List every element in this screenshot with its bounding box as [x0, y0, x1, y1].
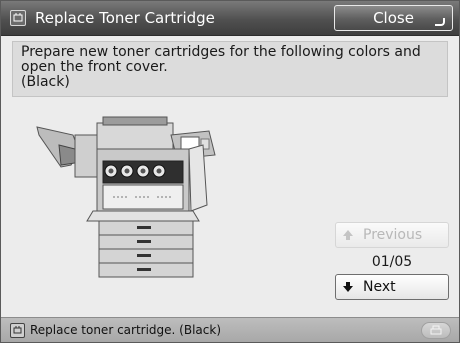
toner-icon	[10, 10, 26, 26]
printer-illustration	[36, 116, 216, 278]
return-icon	[435, 18, 445, 26]
message-line-3: (Black)	[21, 74, 70, 90]
status-bar: Replace toner cartridge. (Black)	[1, 317, 459, 342]
dialog-window: Replace Toner Cartridge Close Prepare ne…	[0, 0, 460, 343]
previous-button[interactable]: Previous	[335, 222, 449, 248]
page-indicator: 01/05	[371, 254, 413, 270]
down-arrow-icon	[343, 282, 353, 292]
status-message: Replace toner cartridge. (Black)	[30, 323, 221, 337]
next-button-label: Next	[363, 279, 396, 295]
printer-icon	[430, 325, 442, 335]
toner-icon	[10, 323, 25, 338]
close-button-label: Close	[373, 9, 414, 27]
up-arrow-icon	[343, 230, 353, 240]
close-button[interactable]: Close	[334, 5, 453, 31]
instruction-message: Prepare new toner cartridges for the fol…	[12, 41, 448, 97]
message-line-1: Prepare new toner cartridges for the fol…	[21, 44, 421, 60]
title-bar: Replace Toner Cartridge Close	[1, 1, 459, 36]
message-line-2: open the front cover.	[21, 59, 168, 75]
status-monitor-button[interactable]	[421, 322, 451, 339]
next-button[interactable]: Next	[335, 274, 449, 300]
window-title: Replace Toner Cartridge	[35, 9, 215, 27]
previous-button-label: Previous	[363, 227, 423, 243]
